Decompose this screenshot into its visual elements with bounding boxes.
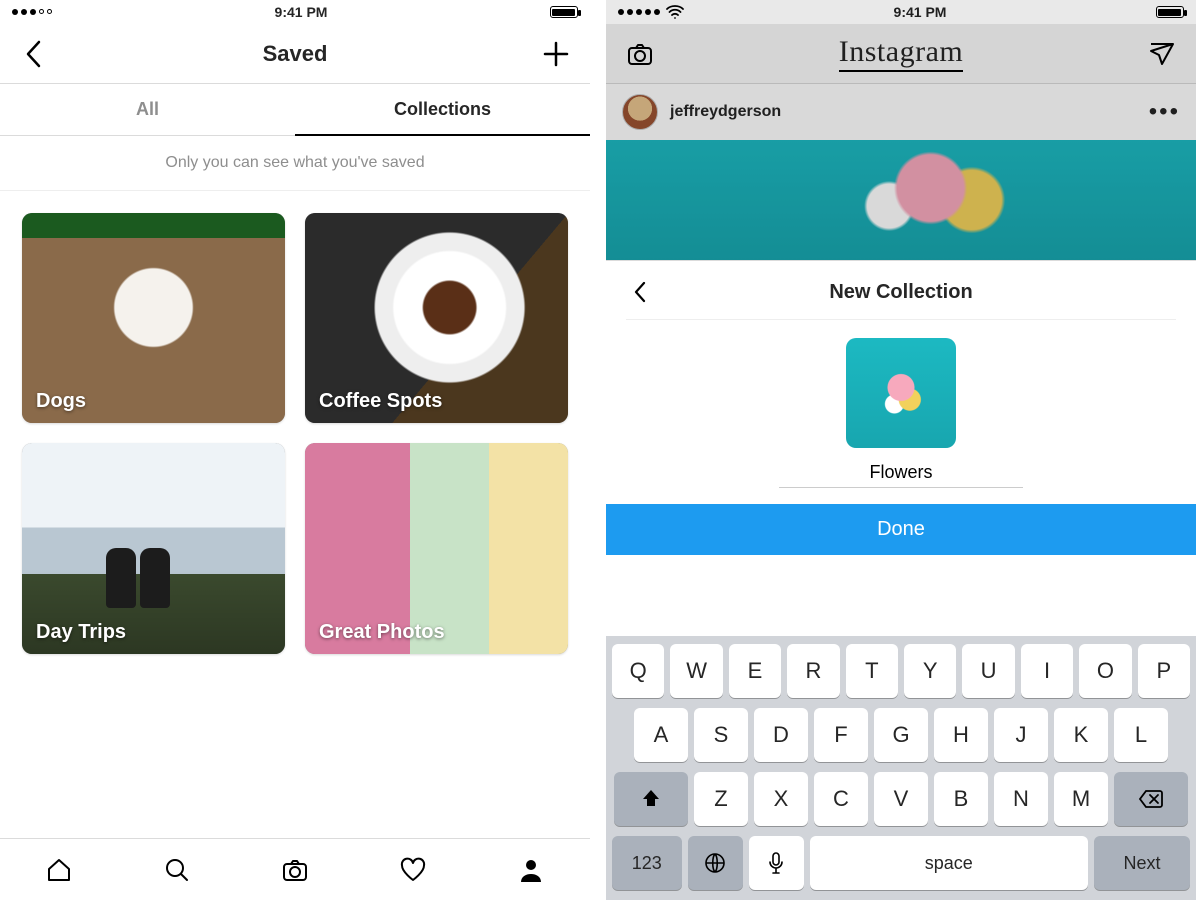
status-bar: 9:41 PM <box>606 0 1196 24</box>
phone-saved-collections: 9:41 PM Saved All Collections Only you c… <box>0 0 590 900</box>
globe-key-icon[interactable] <box>688 836 743 890</box>
feed-post-image[interactable] <box>606 140 1196 260</box>
ios-keyboard: Q W E R T Y U I O P A S D F G H J K L <box>606 636 1196 900</box>
sheet-title: New Collection <box>829 281 972 304</box>
keyboard-row-4: 123 space Next <box>612 836 1190 890</box>
numbers-key[interactable]: 123 <box>612 836 682 890</box>
tabs: All Collections <box>0 84 590 136</box>
key-x[interactable]: X <box>754 772 808 826</box>
key-d[interactable]: D <box>754 708 808 762</box>
collection-label: Great Photos <box>319 621 445 644</box>
status-time: 9:41 PM <box>275 4 328 20</box>
key-a[interactable]: A <box>634 708 688 762</box>
key-y[interactable]: Y <box>904 644 956 698</box>
key-h[interactable]: H <box>934 708 988 762</box>
next-key[interactable]: Next <box>1094 836 1190 890</box>
collection-card[interactable]: Coffee Spots <box>305 213 568 423</box>
home-icon[interactable] <box>45 856 73 884</box>
tab-collections[interactable]: Collections <box>295 84 590 136</box>
collection-card[interactable]: Great Photos <box>305 443 568 653</box>
activity-heart-icon[interactable] <box>399 856 427 884</box>
signal-dots-icon <box>12 9 52 15</box>
wifi-icon <box>666 5 684 19</box>
key-u[interactable]: U <box>962 644 1014 698</box>
privacy-notice: Only you can see what you've saved <box>0 136 590 191</box>
battery-icon <box>1156 6 1184 18</box>
feed-username[interactable]: jeffreydgerson <box>670 103 781 121</box>
keyboard-row-3: Z X C V B N M <box>612 772 1190 826</box>
feed-post-header: jeffreydgerson ••• <box>606 84 1196 140</box>
collection-name-input[interactable] <box>779 458 1023 488</box>
key-w[interactable]: W <box>670 644 722 698</box>
profile-icon[interactable] <box>517 856 545 884</box>
key-m[interactable]: M <box>1054 772 1108 826</box>
mic-key-icon[interactable] <box>749 836 804 890</box>
collection-label: Coffee Spots <box>319 390 442 413</box>
collection-card[interactable]: Dogs <box>22 213 285 423</box>
signal-dots-icon <box>618 9 660 15</box>
key-t[interactable]: T <box>846 644 898 698</box>
key-k[interactable]: K <box>1054 708 1108 762</box>
back-chevron-icon[interactable] <box>626 278 654 306</box>
key-p[interactable]: P <box>1138 644 1190 698</box>
new-collection-sheet: New Collection <box>606 260 1196 504</box>
nav-bar: Saved <box>0 24 590 84</box>
camera-icon[interactable] <box>626 40 654 68</box>
direct-send-icon[interactable] <box>1148 40 1176 68</box>
status-time: 9:41 PM <box>894 4 947 20</box>
instagram-logo: Instagram <box>839 35 963 72</box>
key-i[interactable]: I <box>1021 644 1073 698</box>
page-title: Saved <box>263 41 328 67</box>
key-z[interactable]: Z <box>694 772 748 826</box>
collection-preview-thumb <box>846 338 956 448</box>
battery-icon <box>550 6 578 18</box>
add-plus-icon[interactable] <box>542 40 570 68</box>
status-bar: 9:41 PM <box>0 0 590 24</box>
collection-label: Dogs <box>36 390 86 413</box>
key-l[interactable]: L <box>1114 708 1168 762</box>
shift-key-icon[interactable] <box>614 772 688 826</box>
bottom-tab-bar <box>0 838 590 900</box>
key-e[interactable]: E <box>729 644 781 698</box>
key-b[interactable]: B <box>934 772 988 826</box>
key-f[interactable]: F <box>814 708 868 762</box>
key-g[interactable]: G <box>874 708 928 762</box>
keyboard-row-1: Q W E R T Y U I O P <box>612 644 1190 698</box>
key-o[interactable]: O <box>1079 644 1131 698</box>
collections-grid: Dogs Coffee Spots Day Trips Great Photos <box>0 191 590 676</box>
backspace-key-icon[interactable] <box>1114 772 1188 826</box>
collection-card[interactable]: Day Trips <box>22 443 285 653</box>
space-key[interactable]: space <box>810 836 1088 890</box>
search-icon[interactable] <box>163 856 191 884</box>
instagram-nav: Instagram <box>606 24 1196 84</box>
avatar[interactable] <box>622 94 658 130</box>
collection-label: Day Trips <box>36 621 126 644</box>
tab-all[interactable]: All <box>0 84 295 136</box>
key-n[interactable]: N <box>994 772 1048 826</box>
key-s[interactable]: S <box>694 708 748 762</box>
key-r[interactable]: R <box>787 644 839 698</box>
back-chevron-icon[interactable] <box>20 40 48 68</box>
key-v[interactable]: V <box>874 772 928 826</box>
key-q[interactable]: Q <box>612 644 664 698</box>
more-dots-icon[interactable]: ••• <box>1149 98 1180 126</box>
keyboard-done-button[interactable]: Done <box>606 504 1196 555</box>
key-c[interactable]: C <box>814 772 868 826</box>
phone-new-collection: 9:41 PM Instagram jeffreydgerson ••• <box>606 0 1196 900</box>
camera-icon[interactable] <box>281 856 309 884</box>
keyboard-row-2: A S D F G H J K L <box>612 708 1190 762</box>
key-j[interactable]: J <box>994 708 1048 762</box>
